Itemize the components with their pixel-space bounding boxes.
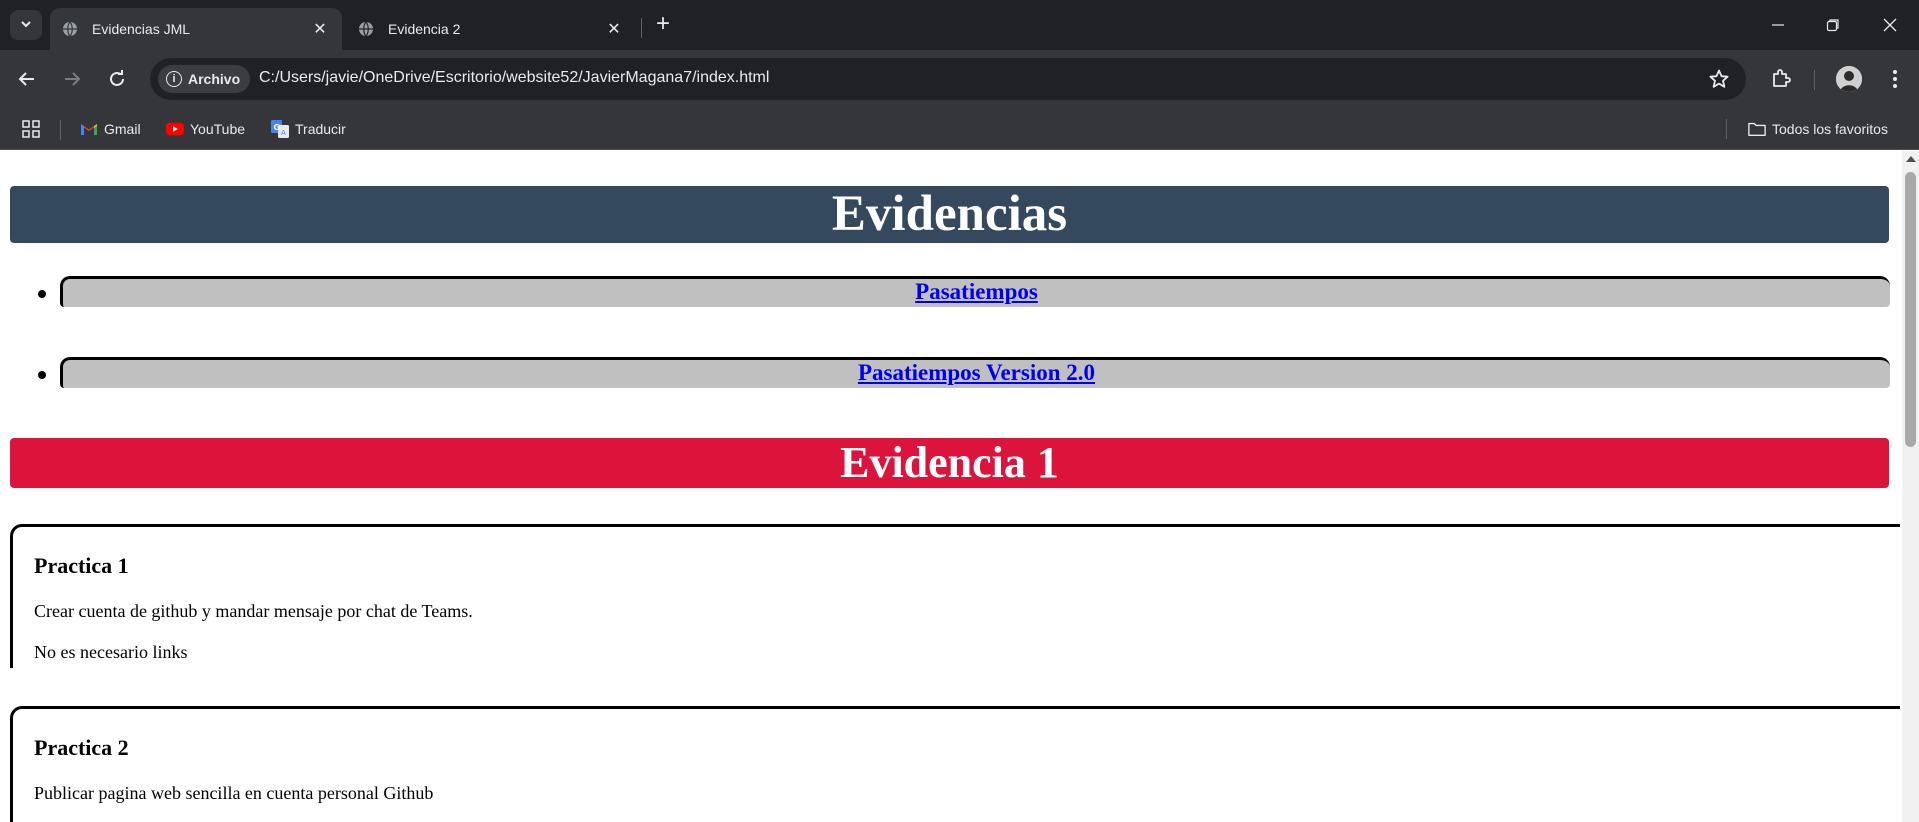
reload-button[interactable] bbox=[102, 64, 132, 94]
minimize-icon bbox=[1772, 24, 1784, 26]
gmail-icon bbox=[80, 121, 98, 137]
close-tab-icon[interactable]: ✕ bbox=[604, 19, 624, 39]
bookmark-label: YouTube bbox=[190, 121, 246, 137]
scrollbar-thumb[interactable] bbox=[1905, 172, 1916, 447]
practice-description: Publicar pagina web sencilla en cuenta p… bbox=[34, 783, 434, 803]
tab-evidencias-jml[interactable]: Evidencias JML ✕ bbox=[50, 8, 342, 50]
tab-search-button[interactable] bbox=[10, 10, 42, 40]
page-viewport: Evidencias Pasatiempos Pasatiempos Versi… bbox=[0, 151, 1902, 822]
toolbar-separator bbox=[1814, 70, 1815, 90]
back-button[interactable] bbox=[12, 64, 42, 94]
puzzle-icon bbox=[1773, 69, 1791, 87]
menu-button[interactable] bbox=[1880, 64, 1910, 94]
info-icon: i bbox=[166, 71, 182, 87]
practice-card: Practica 1 Crear cuenta de github y mand… bbox=[10, 524, 1900, 668]
reload-icon bbox=[110, 70, 124, 86]
browser-toolbar: i Archivo C:/Users/javie/OneDrive/Escrit… bbox=[0, 50, 1919, 108]
translate-icon: GA bbox=[271, 120, 289, 138]
all-bookmarks-label: Todos los favoritos bbox=[1772, 121, 1888, 137]
pasatiempos-v2-link[interactable]: Pasatiempos Version 2.0 bbox=[858, 360, 1095, 385]
bookmarks-separator bbox=[1726, 119, 1727, 139]
page-title: Evidencias bbox=[10, 186, 1889, 243]
tab-title: Evidencias JML bbox=[92, 21, 191, 37]
close-tab-icon[interactable]: ✕ bbox=[310, 19, 330, 39]
bookmark-label: Traducir bbox=[295, 121, 346, 137]
minimize-button[interactable] bbox=[1751, 0, 1805, 50]
bookmark-label: Gmail bbox=[104, 121, 141, 137]
pasatiempos-link[interactable]: Pasatiempos bbox=[915, 279, 1038, 304]
apps-button[interactable] bbox=[22, 118, 40, 140]
arrow-right-icon bbox=[65, 72, 81, 86]
practice-title: Practica 2 bbox=[34, 735, 129, 760]
list-bullet bbox=[38, 371, 46, 379]
list-bullet bbox=[38, 290, 46, 298]
scroll-up-arrow-icon[interactable] bbox=[1906, 156, 1916, 162]
close-icon bbox=[1883, 18, 1897, 32]
bookmark-star-icon[interactable] bbox=[1708, 68, 1730, 90]
site-chip-label: Archivo bbox=[188, 71, 241, 87]
address-bar[interactable]: i Archivo C:/Users/javie/OneDrive/Escrit… bbox=[150, 58, 1746, 100]
link-item-pasatiempos: Pasatiempos bbox=[60, 276, 1890, 307]
apps-grid-icon bbox=[22, 120, 40, 138]
practice-description: Crear cuenta de github y mandar mensaje … bbox=[34, 601, 473, 621]
new-tab-button[interactable]: + bbox=[650, 12, 676, 38]
practice-description: No es necesario links bbox=[34, 642, 188, 662]
site-info-chip[interactable]: i Archivo bbox=[158, 65, 251, 93]
practice-title: Practica 1 bbox=[34, 553, 129, 578]
folder-icon bbox=[1748, 121, 1766, 137]
bookmark-youtube[interactable]: YouTube bbox=[166, 118, 245, 140]
youtube-icon bbox=[166, 121, 184, 137]
link-item-pasatiempos-v2: Pasatiempos Version 2.0 bbox=[60, 357, 1890, 388]
arrow-left-icon bbox=[18, 72, 34, 86]
svg-text:A: A bbox=[281, 129, 286, 137]
bookmarks-separator bbox=[60, 120, 61, 140]
globe-icon bbox=[358, 21, 374, 37]
profile-avatar[interactable] bbox=[1836, 66, 1862, 92]
tab-separator bbox=[641, 18, 642, 38]
tab-strip: Evidencias JML ✕ Evidencia 2 ✕ + bbox=[0, 0, 1919, 50]
tab-evidencia-2[interactable]: Evidencia 2 ✕ bbox=[346, 8, 636, 50]
restore-button[interactable] bbox=[1806, 0, 1860, 50]
extensions-button[interactable] bbox=[1766, 64, 1796, 94]
tab-title: Evidencia 2 bbox=[388, 21, 461, 37]
chevron-down-icon bbox=[19, 17, 33, 34]
practice-card: Practica 2 Publicar pagina web sencilla … bbox=[10, 706, 1900, 822]
close-window-button[interactable] bbox=[1863, 0, 1917, 50]
kebab-menu-icon bbox=[1893, 70, 1897, 88]
forward-button[interactable] bbox=[57, 64, 87, 94]
bookmarks-bar: Gmail YouTube GA Traducir Todos los favo… bbox=[0, 108, 1919, 150]
globe-icon bbox=[62, 21, 78, 37]
avatar-icon bbox=[1836, 66, 1862, 92]
bookmark-traducir[interactable]: GA Traducir bbox=[271, 118, 346, 140]
url-text[interactable]: C:/Users/javie/OneDrive/Escritorio/websi… bbox=[259, 69, 769, 87]
section-title-evidencia-1: Evidencia 1 bbox=[10, 438, 1889, 488]
all-bookmarks-button[interactable]: Todos los favoritos bbox=[1748, 118, 1888, 140]
svg-text:G: G bbox=[274, 123, 281, 132]
bookmark-gmail[interactable]: Gmail bbox=[80, 118, 141, 140]
restore-icon bbox=[1826, 19, 1839, 32]
